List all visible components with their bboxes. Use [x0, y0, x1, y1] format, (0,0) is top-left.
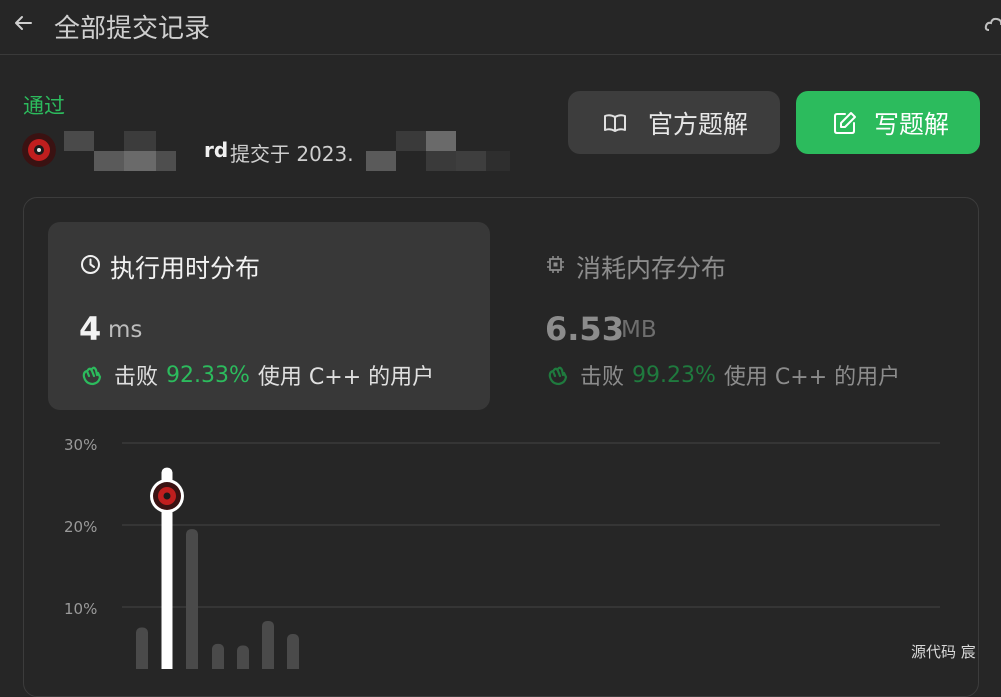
clap-hands-icon	[82, 366, 102, 386]
runtime-beats: 击败 92.33% 使用 C++ 的用户	[80, 359, 434, 391]
user-avatar[interactable]	[22, 133, 56, 167]
page-title: 全部提交记录	[54, 14, 211, 44]
watermark: 源代码 宸	[911, 643, 976, 661]
official-solution-label: 官方题解	[648, 110, 749, 139]
submitted-at-prefix: 提交于 2023.	[230, 142, 354, 166]
edit-icon	[834, 111, 856, 134]
runtime-beats-percent: 92.33%	[166, 362, 250, 388]
runtime-title: 执行用时分布	[110, 254, 261, 283]
memory-beats-suffix: 使用 C++ 的用户	[723, 365, 901, 390]
write-solution-label: 写题解	[874, 110, 950, 139]
memory-value: 6.53	[545, 310, 624, 348]
write-solution-button[interactable]: 写题解	[796, 91, 980, 154]
cloud-sync-icon[interactable]	[984, 14, 1001, 36]
redacted-username	[62, 131, 202, 171]
runtime-value: 4	[79, 310, 102, 348]
memory-unit: MB	[621, 317, 657, 343]
memory-beats-label: 击败	[580, 365, 625, 390]
memory-beats-percent: 99.23%	[632, 362, 716, 388]
clap-hands-icon	[548, 366, 568, 386]
redacted-date	[366, 131, 511, 171]
runtime-beats-label: 击败	[114, 365, 159, 390]
official-solution-button[interactable]: 官方题解	[568, 91, 780, 154]
username-suffix: rd	[204, 138, 229, 162]
book-icon	[604, 113, 626, 132]
clock-icon	[81, 255, 100, 274]
memory-chip-icon	[547, 256, 564, 273]
memory-title[interactable]: 消耗内存分布	[576, 249, 726, 285]
top-bar: 全部提交记录	[0, 0, 1001, 55]
memory-beats: 击败 99.23% 使用 C++ 的用户	[546, 359, 900, 391]
back-arrow-icon[interactable]	[12, 12, 34, 34]
runtime-beats-suffix: 使用 C++ 的用户	[257, 365, 435, 390]
status-accepted: 通过	[23, 94, 65, 118]
runtime-unit: ms	[108, 317, 143, 343]
